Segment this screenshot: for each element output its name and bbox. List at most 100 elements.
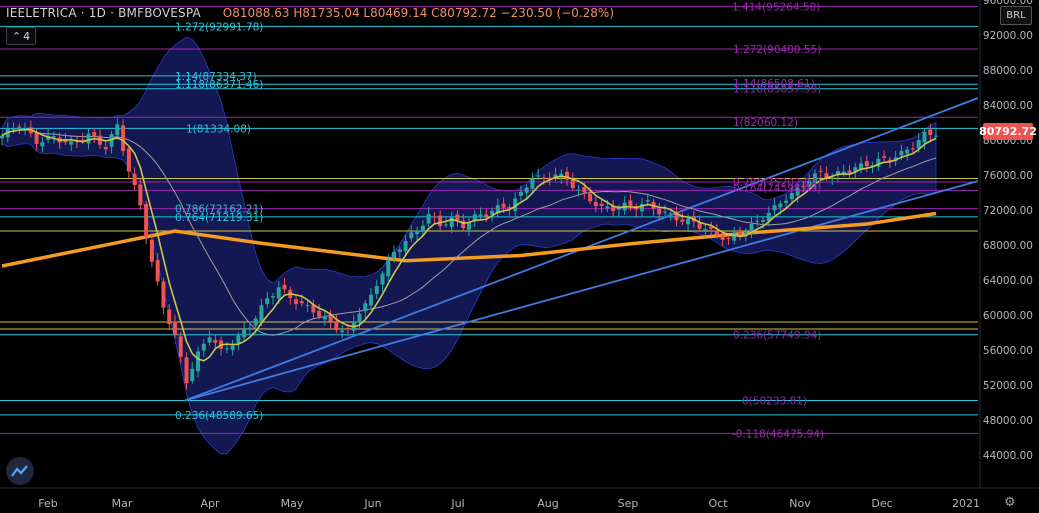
candle-body (645, 200, 650, 202)
candle-body (103, 146, 108, 150)
candle-body (167, 309, 172, 325)
candle-body (530, 178, 535, 189)
time-tick-label: Jul (450, 497, 464, 510)
time-tick-label: Mar (112, 497, 133, 510)
candle-body (322, 316, 327, 320)
price-tick-label: 56000.00 (983, 345, 1033, 357)
time-tick-label: Aug (537, 497, 558, 510)
candle-body (305, 304, 310, 306)
candle-body (541, 177, 546, 179)
candle-body (403, 240, 408, 252)
candle-body (196, 351, 201, 372)
candle-body (161, 281, 166, 308)
candle-body (536, 175, 541, 177)
time-tick-label: Oct (708, 497, 728, 510)
candle-body (864, 161, 869, 167)
candle-body (115, 124, 120, 136)
candle-body (628, 200, 633, 206)
candle-body (34, 132, 39, 144)
candle-body (663, 211, 668, 213)
candle-body (247, 327, 252, 330)
candle-body (184, 357, 189, 384)
candle-body (11, 128, 16, 130)
candle-body (172, 321, 177, 335)
candle-body (374, 285, 379, 294)
candle-body (397, 249, 402, 253)
price-tick-label: 92000.00 (983, 30, 1033, 42)
candle-body (438, 215, 443, 227)
candle-body (772, 205, 777, 211)
candle-body (714, 230, 719, 236)
candle-body (368, 294, 373, 306)
candle-body (126, 148, 131, 172)
price-tick-label: 64000.00 (983, 275, 1033, 287)
fib-level-label: 0(50233.81) (742, 395, 807, 407)
chart-header: IEELETRICA · 1D · BMFBOVESPA O81088.63 H… (6, 6, 614, 20)
candle-body (294, 299, 299, 304)
time-tick-label: May (281, 497, 304, 510)
candle-body (605, 206, 610, 209)
tradingview-logo-icon[interactable] (6, 457, 34, 485)
chevron-up-icon: ⌃ (11, 29, 22, 43)
candle-body (357, 313, 362, 323)
price-chart[interactable]: 1.414(95264.50) 1.272(92991.78) 1.272(9040… (0, 0, 1039, 513)
candle-body (478, 214, 483, 217)
fib-level-label: 1.272(92991.78) (175, 21, 263, 33)
candle-body (213, 339, 218, 343)
candle-body (565, 171, 570, 180)
candle-body (282, 284, 287, 290)
candle-body (668, 213, 673, 215)
candle-body (415, 230, 420, 235)
time-tick-label: Nov (789, 497, 811, 510)
candle-body (86, 133, 91, 144)
candle-body (847, 170, 852, 173)
candle-body (922, 131, 927, 143)
candle-body (818, 170, 823, 172)
price-tick-label: 52000.00 (983, 380, 1033, 392)
candle-body (242, 329, 247, 338)
candle-body (432, 216, 437, 218)
price-tick-label: 44000.00 (983, 450, 1033, 462)
candle-body (149, 239, 154, 262)
candle-body (934, 135, 938, 137)
candle-body (121, 125, 126, 152)
price-tick-label: 72000.00 (983, 205, 1033, 217)
candle-body (51, 136, 56, 138)
candle-body (910, 148, 915, 150)
candle-body (138, 184, 143, 206)
candle-body (92, 132, 97, 137)
candle-body (686, 218, 691, 225)
candle-body (680, 219, 685, 222)
candle-body (230, 345, 235, 351)
time-tick-label: Dec (871, 497, 892, 510)
candle-body (761, 219, 766, 222)
price-tick-label: 48000.00 (983, 415, 1033, 427)
candle-body (720, 235, 725, 240)
indicators-toggle-button[interactable]: ⌃ 4 (6, 27, 36, 45)
candle-body (420, 225, 425, 232)
candle-body (207, 337, 212, 343)
price-tick-label: 84000.00 (983, 100, 1033, 112)
price-tick-label: 76000.00 (983, 170, 1033, 182)
gear-icon[interactable]: ⚙ (1004, 495, 1016, 510)
symbol-title[interactable]: IEELETRICA · 1D · BMFBOVESPA (6, 6, 201, 20)
candle-body (593, 202, 598, 207)
candle-body (334, 321, 339, 331)
candle-body (236, 335, 241, 344)
candle-body (426, 213, 431, 224)
candle-body (317, 310, 322, 317)
bollinger-band (1, 36, 937, 455)
candle-body (455, 214, 460, 221)
candle-body (299, 301, 304, 304)
currency-badge[interactable]: BRL (1000, 6, 1032, 25)
candle-body (755, 220, 760, 222)
candle-body (265, 298, 270, 304)
candle-body (501, 203, 506, 208)
candle-body (276, 287, 281, 299)
candle-body (380, 273, 385, 285)
candle-body (928, 129, 933, 136)
fib-level-label: 1.414(95264.50) (732, 1, 820, 13)
fib-level-label: 1.118(85857.99) (733, 84, 821, 96)
candle-body (657, 209, 662, 215)
candle-body (703, 229, 708, 231)
